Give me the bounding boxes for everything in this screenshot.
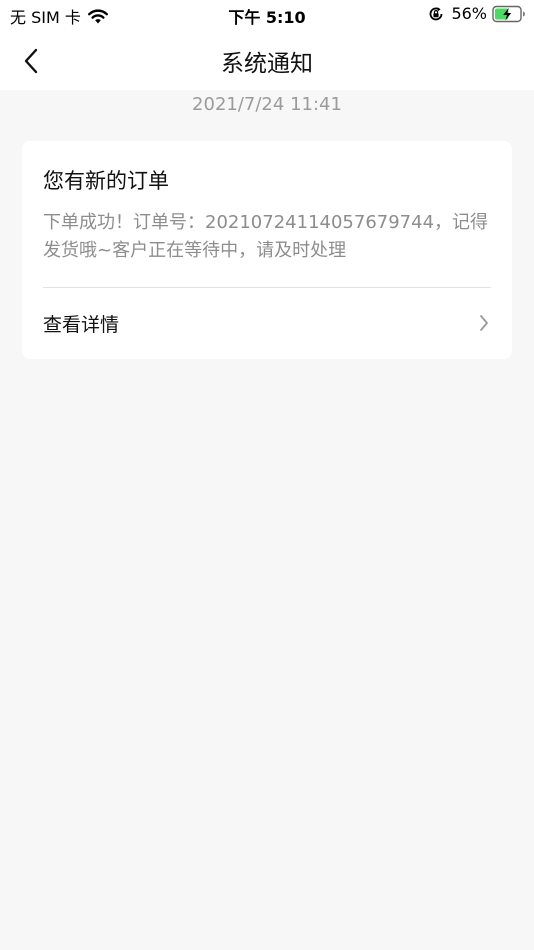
notification-title: 您有新的订单 bbox=[43, 169, 169, 193]
message-timestamp: 2021/7/24 11:41 bbox=[192, 94, 342, 115]
rotation-lock-icon bbox=[430, 6, 443, 20]
status-right: 56% bbox=[428, 4, 526, 23]
notification-body: 下单成功！订单号：20210724114057679744，记得发货哦~客户正在… bbox=[43, 212, 489, 261]
notification-card: 您有新的订单 下单成功！订单号：20210724114057679744，记得发… bbox=[22, 141, 512, 359]
nav-bar: 系统通知 bbox=[0, 30, 534, 90]
view-details-button[interactable]: 查看详情 bbox=[22, 288, 512, 359]
chevron-right-icon bbox=[480, 315, 488, 331]
status-bar: 无 SIM 卡 下午 5:10 56% bbox=[0, 0, 534, 30]
page-title: 系统通知 bbox=[221, 51, 313, 77]
battery-percent: 56% bbox=[451, 4, 487, 23]
view-details-label: 查看详情 bbox=[43, 314, 120, 336]
battery-charging-icon bbox=[492, 5, 525, 22]
